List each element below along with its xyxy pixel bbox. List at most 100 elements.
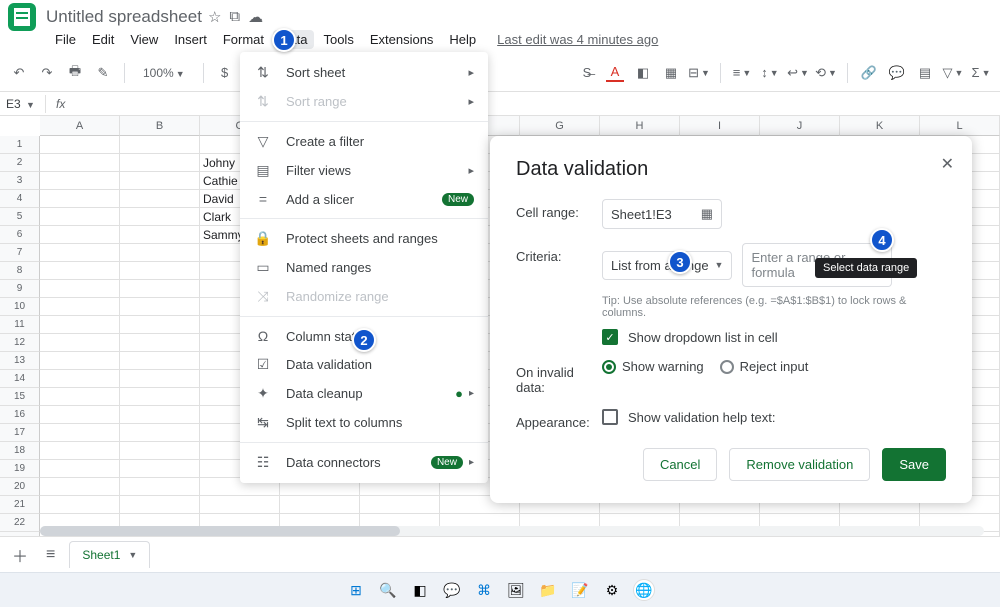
horizontal-scrollbar[interactable] (40, 526, 984, 536)
cell[interactable] (360, 496, 440, 514)
last-edit-link[interactable]: Last edit was 4 minutes ago (497, 32, 658, 47)
link-icon[interactable]: 🔗 (860, 64, 878, 82)
cell[interactable] (40, 172, 120, 190)
row-header[interactable]: 7 (0, 244, 40, 262)
cell[interactable] (120, 460, 200, 478)
cell[interactable] (120, 478, 200, 496)
column-header[interactable]: K (840, 116, 920, 136)
row-header[interactable]: 14 (0, 370, 40, 388)
menu-help[interactable]: Help (442, 30, 483, 49)
cell[interactable] (120, 334, 200, 352)
notepad-icon[interactable]: 📝 (569, 579, 591, 601)
row-header[interactable]: 12 (0, 334, 40, 352)
row-header[interactable]: 2 (0, 154, 40, 172)
redo-icon[interactable]: ↷ (38, 64, 56, 82)
start-icon[interactable]: ⊞ (345, 579, 367, 601)
cell[interactable] (40, 298, 120, 316)
cancel-button[interactable]: Cancel (643, 448, 717, 481)
sheet-tab-1[interactable]: Sheet1▼ (69, 541, 150, 568)
row-header[interactable]: 15 (0, 388, 40, 406)
cell[interactable] (120, 244, 200, 262)
row-header[interactable]: 3 (0, 172, 40, 190)
comment-icon[interactable]: 💬 (888, 64, 906, 82)
save-button[interactable]: Save (882, 448, 946, 481)
menu-data-cleanup[interactable]: ✦Data cleanup●▸ (240, 379, 488, 408)
cell[interactable] (40, 208, 120, 226)
cell[interactable] (40, 334, 120, 352)
cell[interactable] (40, 280, 120, 298)
menu-split-text[interactable]: ↹Split text to columns (240, 408, 488, 437)
cell[interactable] (120, 352, 200, 370)
functions-icon[interactable]: Σ▼ (972, 64, 990, 82)
menu-file[interactable]: File (48, 30, 83, 49)
menu-format[interactable]: Format (216, 30, 271, 49)
menu-create-filter[interactable]: ▽Create a filter (240, 127, 488, 156)
remove-validation-button[interactable]: Remove validation (729, 448, 870, 481)
cell[interactable] (40, 316, 120, 334)
menu-edit[interactable]: Edit (85, 30, 121, 49)
cell[interactable] (120, 496, 200, 514)
wrap-icon[interactable]: ↩▼ (789, 64, 807, 82)
rotate-icon[interactable]: ⟲▼ (817, 64, 835, 82)
chart-icon[interactable]: ▤ (916, 64, 934, 82)
cell[interactable] (40, 370, 120, 388)
text-color-icon[interactable]: A (606, 64, 624, 82)
sheets-logo[interactable] (8, 3, 36, 31)
menu-tools[interactable]: Tools (316, 30, 360, 49)
print-icon[interactable]: 🖶 (66, 64, 84, 82)
undo-icon[interactable]: ↶ (10, 64, 28, 82)
cell[interactable] (120, 226, 200, 244)
task-view-icon[interactable]: ◧ (409, 579, 431, 601)
row-header[interactable]: 22 (0, 514, 40, 532)
move-icon[interactable]: ⧉ (229, 8, 240, 26)
cell[interactable] (120, 424, 200, 442)
row-header[interactable]: 8 (0, 262, 40, 280)
cell[interactable] (120, 262, 200, 280)
filter-icon[interactable]: ▽▼ (944, 64, 962, 82)
cell[interactable] (40, 136, 120, 154)
row-header[interactable]: 18 (0, 442, 40, 460)
cell[interactable] (40, 406, 120, 424)
menu-sort-range[interactable]: ⇅Sort range▸ (240, 87, 488, 116)
cell[interactable] (40, 262, 120, 280)
row-header[interactable]: 11 (0, 316, 40, 334)
photos-icon[interactable]: 🖼 (505, 579, 527, 601)
row-header[interactable]: 4 (0, 190, 40, 208)
cell[interactable] (120, 298, 200, 316)
cell[interactable] (120, 208, 200, 226)
menu-sort-sheet[interactable]: ⇅Sort sheet▸ (240, 58, 488, 87)
explorer-icon[interactable]: 📁 (537, 579, 559, 601)
all-sheets-button[interactable]: ≡ (42, 542, 59, 568)
cell[interactable] (120, 280, 200, 298)
menu-named-ranges[interactable]: ▭Named ranges (240, 253, 488, 282)
cell[interactable] (120, 136, 200, 154)
cell[interactable] (40, 190, 120, 208)
row-header[interactable]: 5 (0, 208, 40, 226)
row-header[interactable]: 9 (0, 280, 40, 298)
row-header[interactable]: 1 (0, 136, 40, 154)
column-header[interactable]: G (520, 116, 600, 136)
star-icon[interactable]: ☆ (208, 8, 221, 26)
strikethrough-icon[interactable]: S̶ (578, 64, 596, 82)
column-header[interactable]: I (680, 116, 760, 136)
cell-range-input[interactable]: Sheet1!E3 ▦ (602, 199, 722, 229)
cell[interactable] (40, 226, 120, 244)
row-header[interactable]: 16 (0, 406, 40, 424)
cell[interactable] (120, 190, 200, 208)
row-header[interactable]: 21 (0, 496, 40, 514)
menu-data-validation[interactable]: ☑Data validation (240, 350, 488, 379)
column-header[interactable]: A (40, 116, 120, 136)
chat-icon[interactable]: 💬 (441, 579, 463, 601)
menu-data-connectors[interactable]: ☷Data connectorsNew▸ (240, 448, 488, 477)
close-icon[interactable]: ✕ (941, 154, 954, 174)
currency-icon[interactable]: $ (216, 64, 234, 82)
borders-icon[interactable]: ▦ (662, 64, 680, 82)
settings-icon[interactable]: ⚙ (601, 579, 623, 601)
show-warning-radio[interactable]: Show warning (602, 359, 704, 374)
menu-view[interactable]: View (123, 30, 165, 49)
cell[interactable] (40, 442, 120, 460)
row-header[interactable]: 17 (0, 424, 40, 442)
row-header[interactable]: 13 (0, 352, 40, 370)
column-header[interactable]: J (760, 116, 840, 136)
name-box[interactable]: E3 ▼ (0, 95, 46, 113)
